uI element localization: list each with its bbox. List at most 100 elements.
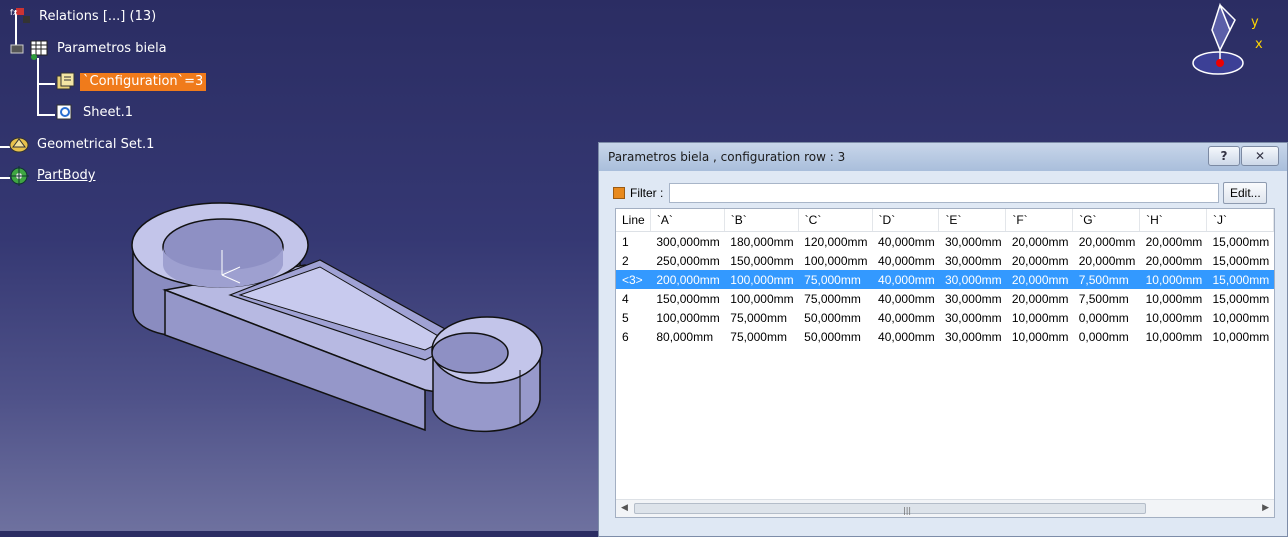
column-header[interactable]: `H`	[1139, 209, 1207, 232]
table-cell: 30,000mm	[944, 329, 1002, 344]
table-cell: 100,000mm	[656, 310, 720, 325]
table-cell: 75,000mm	[730, 310, 787, 325]
scrollbar-grip: |||	[903, 506, 912, 515]
table-cell: 300,000mm	[656, 234, 720, 249]
column-header[interactable]: `G`	[1072, 209, 1141, 232]
table-row[interactable]: 6 80,000mm 75,000mm 50,000mm 40,000mm 30,000m…	[616, 327, 1274, 346]
tree-node-parametros[interactable]: Parametros biela	[10, 38, 170, 60]
compass-x-label: x	[1255, 37, 1263, 52]
table-cell: 20,000mm	[1145, 234, 1203, 249]
filter-label: Filter :	[630, 186, 664, 200]
dialog-title-bar[interactable]: Parametros biela , configuration row : 3…	[599, 143, 1287, 171]
table-cell: 40,000mm	[872, 270, 939, 289]
table-cell: 40,000mm	[878, 234, 935, 249]
table-cell: 15,000mm	[1206, 270, 1274, 289]
table-cell: 15,000mm	[1212, 234, 1270, 249]
table-cell: 200,000mm	[650, 270, 725, 289]
partbody-icon	[8, 165, 30, 187]
table-cell: 100,000mm	[804, 253, 868, 268]
configuration-table[interactable]: Line `A` `B` `C` `D` `E` `F` `G` `H` `J` 1 300,000…	[615, 208, 1275, 518]
edit-button[interactable]: Edit...	[1223, 182, 1268, 204]
table-cell: 100,000mm	[730, 291, 794, 306]
table-cell: 20,000mm	[1078, 234, 1136, 249]
tree-node-sheet[interactable]: Sheet.1	[54, 102, 136, 124]
table-cell: 20,000mm	[1145, 253, 1203, 268]
tree-label-parametros: Parametros biela	[57, 41, 167, 56]
tree-label-sheet: Sheet.1	[83, 105, 133, 120]
filter-input[interactable]	[669, 183, 1220, 203]
column-header[interactable]: `A`	[650, 209, 725, 232]
table-cell: 1	[622, 234, 629, 249]
table-cell: 7,500mm	[1078, 291, 1129, 306]
column-header[interactable]: `B`	[724, 209, 799, 232]
table-cell: 40,000mm	[878, 310, 935, 325]
geometrical-set-icon	[8, 134, 30, 156]
table-cell: 75,000mm	[730, 329, 787, 344]
specification-tree: fx Relations [...] (13) Parametros biela…	[0, 0, 240, 200]
close-button[interactable]: ✕	[1241, 146, 1279, 166]
table-cell: 40,000mm	[878, 329, 935, 344]
column-header[interactable]: `E`	[938, 209, 1007, 232]
tree-node-relations[interactable]: fx Relations [...] (13)	[10, 6, 159, 28]
table-cell: 10,000mm	[1011, 310, 1069, 325]
table-cell: 20,000mm	[1011, 234, 1069, 249]
table-cell: 50,000mm	[804, 329, 861, 344]
table-cell: 40,000mm	[878, 291, 935, 306]
horizontal-scrollbar[interactable]: ◀ ||| ▶	[616, 499, 1274, 517]
table-cell: 10,000mm	[1145, 310, 1203, 325]
table-cell: 7,500mm	[1072, 270, 1140, 289]
column-header[interactable]: `C`	[798, 209, 873, 232]
column-header[interactable]: Line	[616, 209, 651, 232]
table-cell: 4	[622, 291, 629, 306]
scrollbar-thumb[interactable]: |||	[634, 503, 1146, 515]
connecting-rod-3d-model[interactable]	[125, 195, 550, 440]
table-cell: 30,000mm	[938, 270, 1006, 289]
table-cell: 30,000mm	[944, 291, 1002, 306]
collapse-icon[interactable]	[10, 38, 24, 60]
table-cell: 250,000mm	[656, 253, 720, 268]
filter-row: Filter : Edit...	[613, 181, 1275, 205]
tree-node-partbody[interactable]: PartBody	[8, 165, 98, 187]
table-cell: 15,000mm	[1212, 253, 1270, 268]
table-row[interactable]: 2 250,000mm 150,000mm 100,000mm 40,000mm 30,0…	[616, 251, 1274, 270]
table-cell: 120,000mm	[804, 234, 868, 249]
table-cell: 6	[622, 329, 629, 344]
tree-node-configuration[interactable]: `Configuration`=3	[54, 71, 207, 93]
table-row[interactable]: 5 100,000mm 75,000mm 50,000mm 40,000mm 30,000…	[616, 308, 1274, 327]
column-header[interactable]: `F`	[1005, 209, 1074, 232]
compass-widget[interactable]: y x	[1190, 0, 1270, 80]
table-cell: 20,000mm	[1011, 291, 1069, 306]
scroll-left-icon[interactable]: ◀	[621, 503, 628, 513]
column-header[interactable]: `D`	[872, 209, 940, 232]
table-cell: 40,000mm	[878, 253, 935, 268]
column-header[interactable]: `J`	[1206, 209, 1274, 232]
svg-text:fx: fx	[10, 8, 18, 17]
dialog-title: Parametros biela , configuration row : 3	[608, 150, 846, 164]
table-cell: 2	[622, 253, 629, 268]
help-button[interactable]: ?	[1208, 146, 1240, 166]
tree-label-configuration: `Configuration`=3	[80, 73, 207, 91]
table-row[interactable]: <3> 200,000mm 100,000mm 75,000mm 40,000mm 30,…	[616, 270, 1274, 289]
table-cell: 30,000mm	[944, 253, 1002, 268]
table-row[interactable]: 4 150,000mm 100,000mm 75,000mm 40,000mm 30,00…	[616, 289, 1274, 308]
scroll-right-icon[interactable]: ▶	[1262, 503, 1269, 513]
table-cell: 75,000mm	[798, 270, 873, 289]
tree-node-geoset[interactable]: Geometrical Set.1	[8, 134, 157, 156]
table-row[interactable]: 1 300,000mm 180,000mm 120,000mm 40,000mm 30,0…	[616, 232, 1274, 252]
table-cell: 50,000mm	[804, 310, 861, 325]
design-table-dialog[interactable]: Parametros biela , configuration row : 3…	[598, 142, 1288, 537]
table-cell: 20,000mm	[1005, 270, 1073, 289]
tree-label-relations: Relations [...] (13)	[39, 9, 157, 24]
table-cell: 30,000mm	[944, 310, 1002, 325]
table-cell: 150,000mm	[656, 291, 720, 306]
relations-icon: fx	[10, 6, 32, 28]
table-cell: 0,000mm	[1078, 329, 1129, 344]
table-cell: 10,000mm	[1139, 270, 1207, 289]
table-cell: 5	[622, 310, 629, 325]
table-cell: 10,000mm	[1145, 291, 1203, 306]
compass-y-label: y	[1251, 15, 1259, 30]
table-cell: 80,000mm	[656, 329, 714, 344]
table-cell: 20,000mm	[1011, 253, 1069, 268]
filter-icon	[613, 187, 625, 199]
table-cell: 150,000mm	[730, 253, 794, 268]
